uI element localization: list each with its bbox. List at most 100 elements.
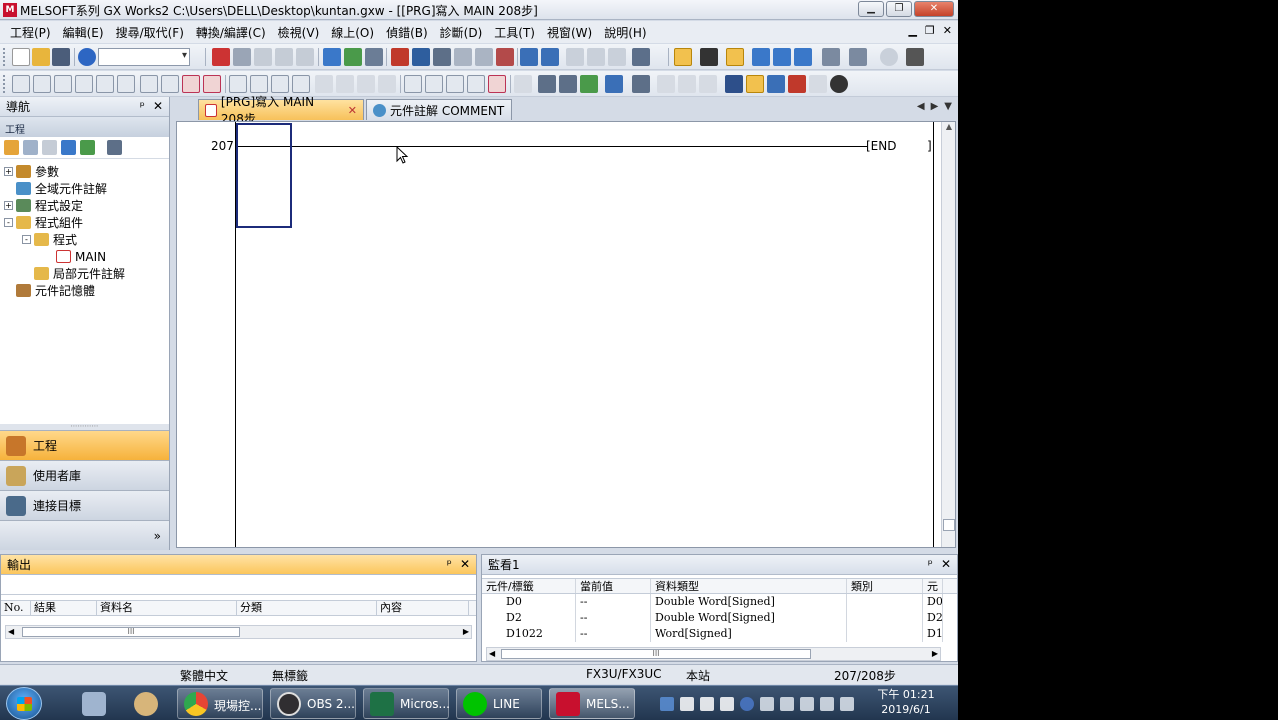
ladder-editor[interactable]: 207 [END ] ▲ [176,121,956,548]
project-view-icon[interactable] [674,48,692,66]
copy-icon[interactable] [233,48,251,66]
menu-tool[interactable]: 工具(T) [488,24,541,41]
ladder-tool-icon[interactable] [538,75,556,93]
column-header[interactable]: 元 [923,579,943,593]
scroll-right-icon[interactable]: ▶ [463,627,469,636]
operation-caf5-icon[interactable] [425,75,443,93]
watch-horizontal-scrollbar[interactable]: ◀ III ▶ [486,647,941,661]
dev-1-icon[interactable] [752,48,770,66]
pulse-sf8-icon[interactable] [250,75,268,93]
toolbar-grip[interactable] [3,48,7,66]
melsoft-app-icon[interactable]: M [3,3,17,17]
output-message-box[interactable] [1,575,476,595]
undo-icon[interactable] [275,48,293,66]
zoom-icon[interactable] [433,48,451,66]
disabled-tool-icon[interactable] [514,75,532,93]
plc-icon[interactable] [700,48,718,66]
pulse-af7-icon[interactable] [271,75,289,93]
vertical-line-sf9-icon[interactable] [161,75,179,93]
disabled-pulse-icon[interactable] [315,75,333,93]
input-mode-icon[interactable] [700,697,714,711]
taskbar-line[interactable]: LINE [456,688,542,719]
font-a-icon[interactable] [680,697,694,711]
statement-display-icon[interactable] [746,75,764,93]
property-icon[interactable] [61,140,76,155]
scroll-thumb[interactable] [943,519,955,531]
close-icon[interactable]: ✕ [941,557,951,571]
find-device-icon[interactable] [788,75,806,93]
volume-icon[interactable] [840,697,854,711]
editor-vertical-scrollbar[interactable]: ▲ [941,122,955,547]
paste-data-icon[interactable] [42,140,57,155]
start-button[interactable] [6,687,42,720]
nav-button-user-library[interactable]: 使用者庫 [0,460,169,490]
calculator-pin[interactable] [72,688,116,719]
disabled-tool-icon[interactable] [608,48,626,66]
horizontal-line-f9-icon[interactable] [140,75,158,93]
device-test-icon[interactable] [541,48,559,66]
disabled-pulse-icon[interactable] [378,75,396,93]
pulse-sf7-icon[interactable] [229,75,247,93]
ladder-cursor[interactable] [236,123,292,228]
column-header[interactable]: 當前值 [576,579,651,593]
search-icon[interactable] [830,75,848,93]
column-header[interactable]: 類別 [847,579,923,593]
network-icon[interactable] [820,697,834,711]
menu-online[interactable]: 線上(O) [325,24,380,41]
save-icon[interactable] [52,48,70,66]
tool-dropdown-icon[interactable] [107,140,122,155]
refresh-icon[interactable] [80,140,95,155]
menu-debug[interactable]: 偵錯(B) [380,24,434,41]
option-icon[interactable] [760,697,774,711]
menu-window[interactable]: 視窗(W) [541,24,598,41]
pulse-af8-icon[interactable] [292,75,310,93]
disabled-tool-icon[interactable] [699,75,717,93]
delete-af9-icon[interactable] [488,75,506,93]
mdi-restore-icon[interactable]: ❐ [925,24,935,37]
menu-project[interactable]: 工程(P) [4,24,57,41]
dev-3-icon[interactable] [794,48,812,66]
column-header[interactable]: No. [1,601,31,615]
binoculars-icon[interactable] [906,48,924,66]
tree-item-main[interactable]: MAIN [4,248,169,265]
monitor-stop-icon[interactable] [412,48,430,66]
close-icon[interactable]: ✕ [460,557,470,571]
toolbar-combo-box[interactable] [98,48,190,66]
new-data-icon[interactable] [4,140,19,155]
zoom-in-icon[interactable] [767,75,785,93]
menu-help[interactable]: 說明(H) [598,24,652,41]
minimize-button[interactable]: ▁ [858,1,884,17]
window-layout-icon[interactable] [726,48,744,66]
monitor-write-icon[interactable] [475,48,493,66]
column-header[interactable]: 資料類型 [651,579,847,593]
monitor-mode-icon[interactable] [454,48,472,66]
write-plc-icon[interactable] [323,48,341,66]
end-instruction[interactable]: [END [866,139,896,153]
dev-2-icon[interactable] [773,48,791,66]
scroll-right-icon[interactable]: ▶ [932,649,938,658]
close-branch-sf6-icon[interactable] [75,75,93,93]
pin-icon[interactable]: ᵖ [928,557,933,571]
delete-line-cf9-icon[interactable] [182,75,200,93]
disabled-pulse-icon[interactable] [357,75,375,93]
disabled-tool-icon[interactable] [657,75,675,93]
collapse-icon[interactable]: - [4,218,13,227]
tab-left-icon[interactable]: ◀ [917,101,925,112]
nav-button-project[interactable]: 工程 [0,430,169,460]
help-tray-icon[interactable] [740,697,754,711]
ime-icon[interactable] [660,697,674,711]
tree-item-global-comment[interactable]: 全域元件註解 [4,180,169,197]
taskbar-excel[interactable]: Micros... [363,688,450,719]
tree-item-local-comment[interactable]: 局部元件註解 [4,265,169,282]
close-button[interactable]: ✕ [914,1,954,17]
disabled-tool-icon[interactable] [678,75,696,93]
open-folder-icon[interactable] [32,48,50,66]
column-header[interactable]: 結果 [31,601,97,615]
system-clock[interactable]: 下午 01:21 2019/6/1 [870,687,942,717]
taskbar-obs[interactable]: OBS 2... [270,688,356,719]
table-row[interactable]: D1022 -- Word[Signed] D1 [482,626,957,642]
delete-vline-cf10-icon[interactable] [203,75,221,93]
disabled-tool-icon[interactable] [566,48,584,66]
menu-find-replace[interactable]: 搜尋/取代(F) [110,24,190,41]
tab-list-icon[interactable]: ▼ [944,101,952,112]
